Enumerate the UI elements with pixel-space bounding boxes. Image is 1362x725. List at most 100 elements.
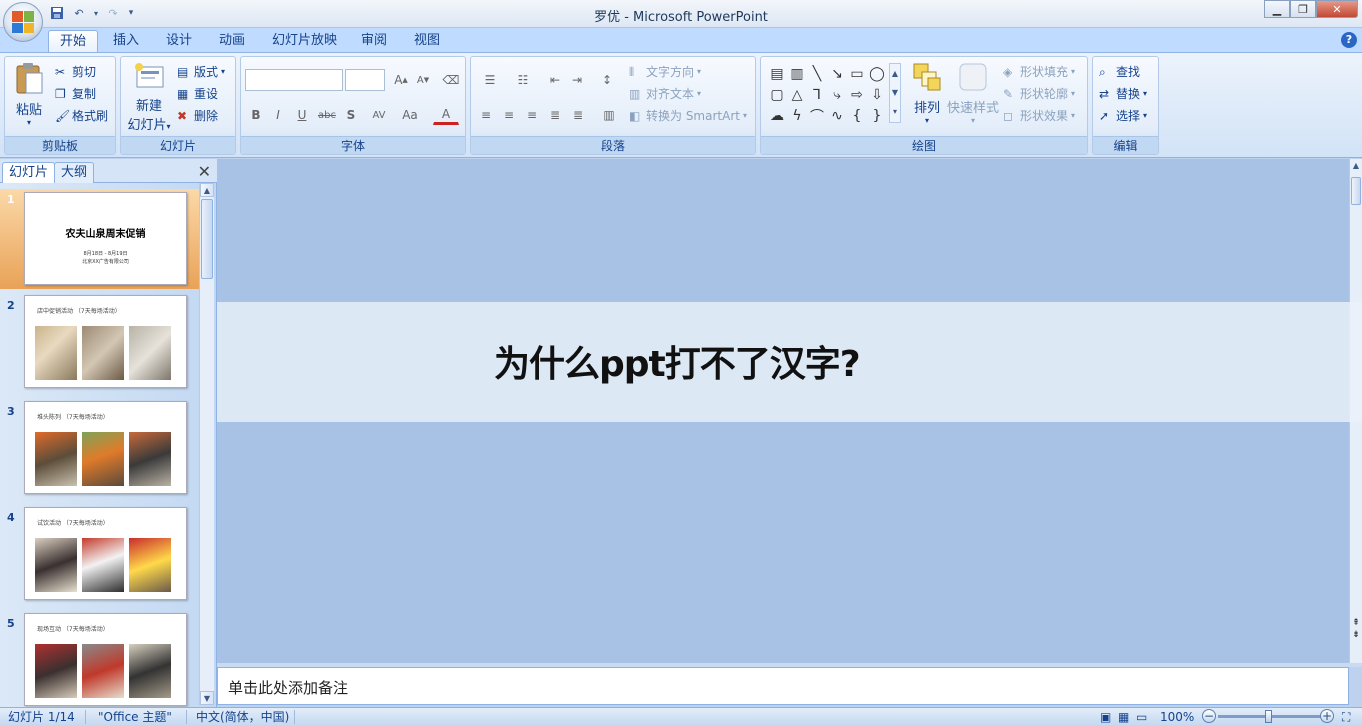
align-text-button[interactable]: ▥ 对齐文本 ▾ [629, 85, 701, 102]
scroll-up-icon[interactable]: ▲ [200, 183, 214, 197]
align-center-icon[interactable]: ≡ [499, 105, 519, 125]
cut-button[interactable]: ✂ 剪切 [55, 63, 96, 80]
elbow-arrow-shape-icon[interactable]: ⤷ [827, 84, 847, 105]
slide-sorter-icon[interactable]: ▦ [1118, 709, 1129, 725]
grow-font-button[interactable]: A ▲ [391, 70, 411, 90]
help-icon[interactable]: ? [1341, 32, 1357, 48]
close-icon[interactable]: ✕ [1316, 0, 1358, 18]
delete-slide-button[interactable]: ✖ 删除 [177, 107, 218, 124]
scroll-down-icon[interactable]: ▼ [200, 691, 214, 705]
scroll-thumb[interactable] [1351, 177, 1361, 205]
zoom-out-icon[interactable]: − [1202, 709, 1216, 723]
lightning-shape-icon[interactable]: ϟ [787, 105, 807, 126]
tab-slides[interactable]: 幻灯片 [2, 162, 56, 183]
right-arrow-shape-icon[interactable]: ⇨ [847, 84, 867, 105]
justify-icon[interactable]: ≣ [545, 105, 565, 125]
right-brace-shape-icon[interactable]: } [867, 105, 887, 126]
rounded-rect-shape-icon[interactable]: ▢ [767, 84, 787, 105]
arc-shape-icon[interactable]: ⌒ [807, 105, 827, 126]
slide-thumbnail-1[interactable]: 1 农夫山泉周末促销 8月18日 - 8月19日 北京XX广告有限公司 [0, 189, 199, 289]
tab-slideshow[interactable]: 幻灯片放映 [261, 30, 348, 52]
tab-insert[interactable]: 插入 [102, 30, 150, 52]
numbering-icon[interactable]: ☷ [509, 70, 537, 90]
font-color-button[interactable]: A [433, 105, 459, 125]
tab-review[interactable]: 审阅 [350, 30, 398, 52]
close-pane-icon[interactable]: ✕ [198, 162, 211, 181]
distribute-icon[interactable]: ≣ [568, 105, 588, 125]
increase-indent-icon[interactable]: ⇥ [567, 70, 587, 90]
shrink-font-button[interactable]: A ▼ [413, 70, 433, 90]
oval-shape-icon[interactable]: ◯ [867, 63, 887, 84]
align-right-icon[interactable]: ≡ [522, 105, 542, 125]
language-indicator[interactable]: 中文(简体，中国) [196, 709, 289, 725]
quick-styles-button[interactable]: 快速样式 ▾ [947, 61, 999, 125]
convert-smartart-button[interactable]: ◧ 转换为 SmartArt ▾ [629, 107, 747, 124]
minimize-icon[interactable]: ▁ [1264, 0, 1290, 18]
columns-icon[interactable]: ▥ [595, 105, 623, 125]
font-size-combo[interactable] [345, 69, 385, 91]
tab-design[interactable]: 设计 [155, 30, 203, 52]
vtextbox-shape-icon[interactable]: ▥ [787, 63, 807, 84]
new-slide-button[interactable]: 新建 幻灯片▾ [125, 61, 173, 133]
shapes-scroll-icon[interactable]: ▲ ▼ ▾ [889, 63, 901, 123]
triangle-shape-icon[interactable]: △ [787, 84, 807, 105]
replace-button[interactable]: ⇄ 替换 ▾ [1099, 85, 1147, 102]
decrease-indent-icon[interactable]: ⇤ [545, 70, 565, 90]
select-button[interactable]: ➚ 选择 ▾ [1099, 107, 1147, 124]
format-painter-button[interactable]: 🖌 格式刷 [55, 107, 108, 124]
shape-effects-button[interactable]: ◻ 形状效果 ▾ [1003, 107, 1075, 124]
curve-shape-icon[interactable]: ∿ [827, 105, 847, 126]
line-shape-icon[interactable]: ╲ [807, 63, 827, 84]
text-direction-button[interactable]: ⫴ 文字方向 ▾ [629, 63, 701, 80]
prev-next-slide-icon[interactable]: ⇞ ⇟ [1350, 617, 1362, 641]
textbox-shape-icon[interactable]: ▤ [767, 63, 787, 84]
clear-format-icon[interactable]: ⌫ [441, 70, 461, 90]
slide-thumbnail-2[interactable]: 2 店中促销活动 （7天每场活动） [0, 295, 199, 395]
reset-button[interactable]: ▦ 重设 [177, 85, 218, 102]
underline-button[interactable]: U [292, 105, 312, 125]
down-arrow-shape-icon[interactable]: ⇩ [867, 84, 887, 105]
tab-view[interactable]: 视图 [403, 30, 451, 52]
change-case-button[interactable]: Aa [397, 105, 423, 125]
zoom-in-icon[interactable]: + [1320, 709, 1334, 723]
slideshow-view-icon[interactable]: ▭ [1136, 709, 1147, 725]
shape-outline-button[interactable]: ✎ 形状轮廓 ▾ [1003, 85, 1075, 102]
char-spacing-button[interactable]: AV [365, 105, 393, 125]
tab-home[interactable]: 开始 [48, 30, 99, 52]
slide-thumbnail-3[interactable]: 3 堆头陈列 （7天每场活动） [0, 401, 199, 501]
tab-outline[interactable]: 大纲 [54, 162, 95, 183]
left-brace-shape-icon[interactable]: { [847, 105, 867, 126]
normal-view-icon[interactable]: ▣ [1100, 709, 1111, 725]
paste-button[interactable]: 粘贴 ▾ [11, 61, 47, 127]
cloud-shape-icon[interactable]: ☁ [767, 105, 787, 126]
align-left-icon[interactable]: ≡ [476, 105, 496, 125]
find-button[interactable]: ⌕ 查找 [1099, 63, 1140, 80]
fit-to-window-icon[interactable]: ⛶ [1342, 709, 1350, 725]
scroll-thumb[interactable] [201, 199, 213, 279]
zoom-slider-thumb[interactable] [1265, 710, 1272, 723]
bullets-icon[interactable]: ☰ [476, 70, 504, 90]
shape-fill-button[interactable]: ◈ 形状填充 ▾ [1003, 63, 1075, 80]
zoom-level[interactable]: 100% [1160, 709, 1194, 725]
arrow-line-shape-icon[interactable]: ↘ [827, 63, 847, 84]
restore-icon[interactable]: ❐ [1290, 0, 1316, 18]
shadow-button[interactable]: S [341, 105, 361, 125]
elbow-connector-shape-icon[interactable]: ⅂ [807, 84, 827, 105]
rectangle-shape-icon[interactable]: ▭ [847, 63, 867, 84]
thumbnail-scrollbar[interactable]: ▲ ▼ [199, 183, 214, 705]
arrange-button[interactable]: 排列 ▾ [907, 61, 947, 125]
scroll-up-icon[interactable]: ▲ [1350, 161, 1362, 173]
slide-thumbnail-5[interactable]: 5 现场互动 （7天每场活动） [0, 613, 199, 707]
notes-pane[interactable]: 单击此处添加备注 [217, 667, 1349, 705]
shapes-gallery[interactable]: ▤ ▥ ╲ ↘ ▭ ◯ ▢ △ ⅂ ⤷ ⇨ ⇩ ☁ ϟ ⌒ ∿ { } [767, 63, 887, 126]
bold-button[interactable]: B [246, 105, 266, 125]
slide-thumbnail-4[interactable]: 4 试饮活动 （7天每场活动） [0, 507, 199, 607]
copy-button[interactable]: ❐ 复制 [55, 85, 96, 102]
office-button[interactable] [3, 2, 43, 42]
tab-animations[interactable]: 动画 [208, 30, 256, 52]
line-spacing-icon[interactable]: ↕ [593, 70, 621, 90]
font-name-combo[interactable] [245, 69, 343, 91]
italic-button[interactable]: I [268, 105, 288, 125]
strikethrough-button[interactable]: abc [315, 105, 339, 125]
layout-button[interactable]: ▤ 版式 ▾ [177, 63, 225, 80]
